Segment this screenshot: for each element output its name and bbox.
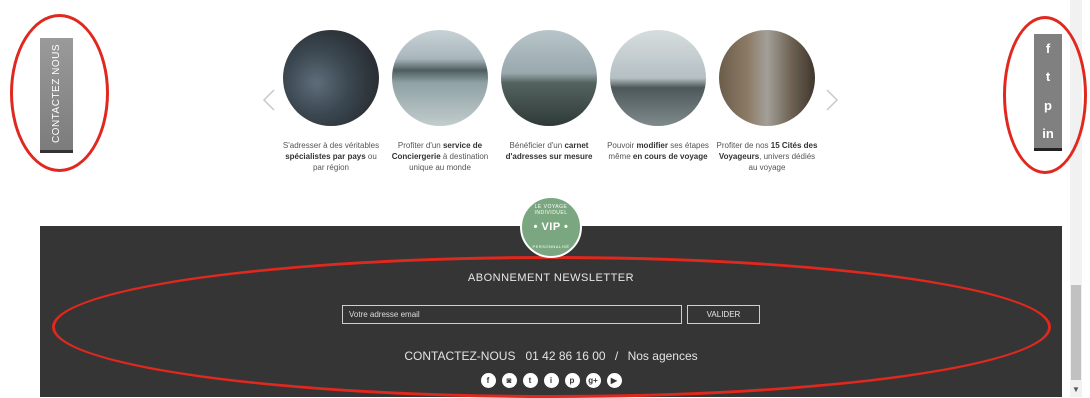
badge-bottom-text: PERSONNALISÉ xyxy=(532,244,570,249)
facebook-icon[interactable]: f xyxy=(480,373,496,388)
googleplus-icon[interactable]: g+ xyxy=(585,373,601,388)
feature-caption: Profiter de nos 15 Cités des Voyageurs, … xyxy=(716,141,818,172)
feature-item[interactable]: S'adresser à des véritables spécialistes… xyxy=(280,30,382,173)
contact-line: CONTACTEZ-NOUS 01 42 86 16 00 / Nos agen… xyxy=(40,349,1062,363)
facebook-icon[interactable]: f xyxy=(1034,34,1062,63)
linkedin-icon[interactable]: in xyxy=(1034,120,1062,149)
feature-caption: Pouvoir modifier ses étapes même en cour… xyxy=(607,141,709,161)
feature-item[interactable]: Pouvoir modifier ses étapes même en cour… xyxy=(607,30,709,162)
info-icon[interactable]: i xyxy=(543,373,559,388)
newsletter-email-input[interactable] xyxy=(342,305,682,324)
feature-caption: S'adresser à des véritables spécialistes… xyxy=(282,141,380,172)
agencies-link[interactable]: Nos agences xyxy=(628,349,698,363)
twitter-icon[interactable]: t xyxy=(1034,63,1062,92)
pinterest-icon[interactable]: p xyxy=(1034,91,1062,120)
pinterest-icon[interactable]: p xyxy=(564,373,580,388)
feature-photo xyxy=(501,30,597,126)
twitter-icon[interactable]: t xyxy=(522,373,538,388)
scroll-down-arrow-icon[interactable]: ▼ xyxy=(1070,383,1082,397)
contact-separator: / xyxy=(614,349,619,363)
feature-item[interactable]: Profiter de nos 15 Cités des Voyageurs, … xyxy=(716,30,818,173)
feature-photo xyxy=(719,30,815,126)
vip-badge-logo: LE VOYAGE INDIVIDUEL • VIP • PERSONNALIS… xyxy=(520,196,582,258)
feature-photo xyxy=(392,30,488,126)
instagram-icon[interactable]: ◙ xyxy=(501,373,517,388)
badge-center-text: • VIP • xyxy=(533,221,569,233)
youtube-icon[interactable]: ▶ xyxy=(606,373,622,388)
newsletter-title: ABONNEMENT NEWSLETTER xyxy=(467,272,635,284)
carousel-prev-arrow[interactable] xyxy=(262,88,276,112)
feature-caption: Profiter d'un service de Conciergerie à … xyxy=(391,141,489,172)
contact-phone[interactable]: 01 42 86 16 00 xyxy=(525,349,605,363)
feature-item[interactable]: Profiter d'un service de Conciergerie à … xyxy=(389,30,491,173)
contact-us-tab-label: CONTACTEZ NOUS xyxy=(51,44,62,144)
newsletter-submit-button[interactable]: VALIDER xyxy=(687,305,760,324)
feature-caption: Bénéficier d'un carnet d'adresses sur me… xyxy=(505,141,593,161)
badge-top-text: LE VOYAGE INDIVIDUEL xyxy=(534,204,568,216)
contact-label: CONTACTEZ-NOUS xyxy=(404,349,516,363)
feature-item[interactable]: Bénéficier d'un carnet d'adresses sur me… xyxy=(498,30,600,162)
features-carousel: S'adresser à des véritables spécialistes… xyxy=(280,30,840,190)
social-sidebar: f t p in xyxy=(1034,34,1062,151)
page-scrollbar[interactable]: ▼ xyxy=(1070,0,1082,397)
contact-us-tab[interactable]: CONTACTEZ NOUS xyxy=(40,38,73,153)
feature-photo xyxy=(283,30,379,126)
footer-social-row: f ◙ t i p g+ ▶ xyxy=(40,373,1062,388)
feature-photo xyxy=(610,30,706,126)
scrollbar-thumb[interactable] xyxy=(1071,285,1081,380)
